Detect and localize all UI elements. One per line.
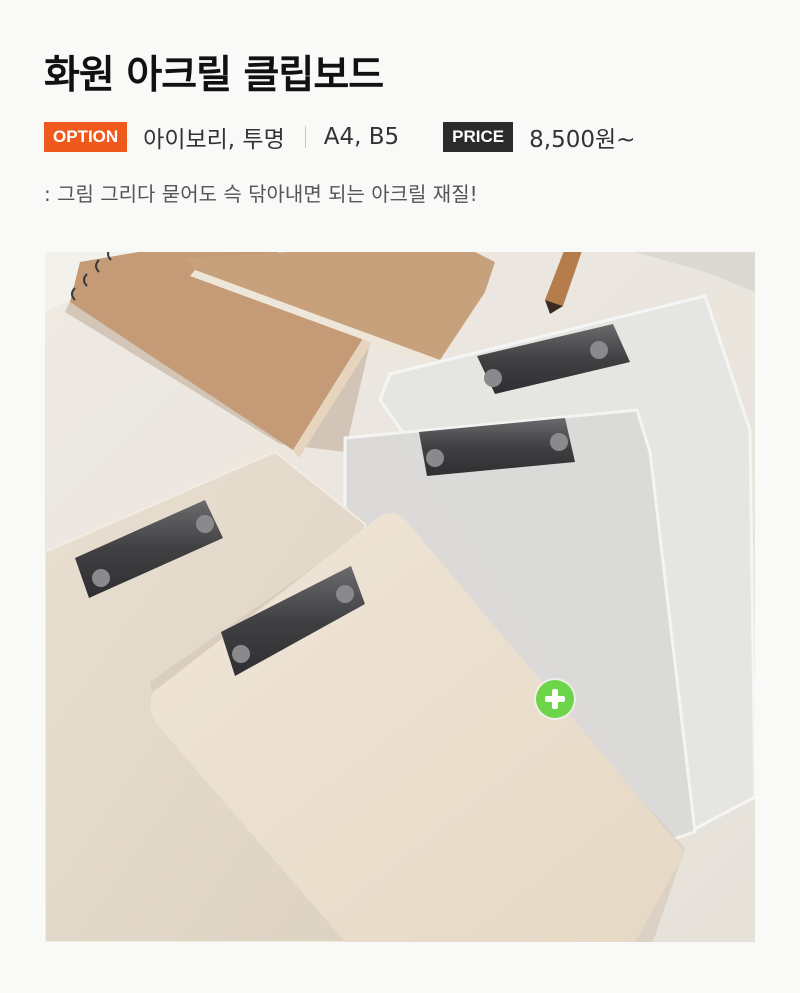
option-divider xyxy=(304,126,306,148)
product-photo-illustration xyxy=(45,252,755,942)
option-colors: 아이보리, 투명 xyxy=(143,127,285,153)
option-sizes: A4, B5 xyxy=(323,124,400,150)
price-group: PRICE 8,500원~ xyxy=(443,120,635,154)
product-meta-row: OPTION 아이보리, 투명 A4, B5 PRICE 8,500원~ xyxy=(44,120,635,154)
option-badge: OPTION xyxy=(44,122,128,152)
product-title: 화원 아크릴 클립보드 xyxy=(44,53,384,98)
price-badge: PRICE xyxy=(443,122,514,152)
product-photo[interactable] xyxy=(45,252,755,942)
price-value: 8,500원~ xyxy=(529,127,636,153)
product-description: : 그림 그리다 묻어도 슥 닦아내면 되는 아크릴 재질! xyxy=(44,182,478,206)
plus-icon[interactable] xyxy=(536,680,574,718)
